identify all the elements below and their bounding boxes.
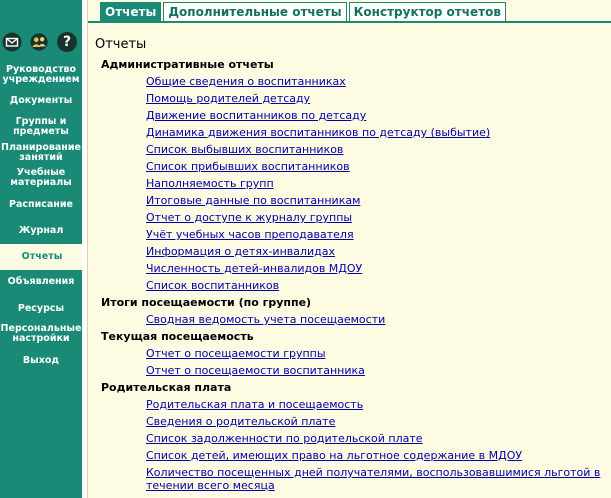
sidebar-item-journal[interactable]: Журнал	[0, 223, 82, 239]
sidebar-icons: ?	[2, 32, 80, 54]
report-link[interactable]: Отчет о посещаемости группы	[146, 345, 611, 362]
report-link[interactable]: Родительская плата и посещаемость	[146, 396, 611, 413]
report-link[interactable]: Список воспитанников	[146, 277, 611, 294]
report-link[interactable]: Количество посещенных дней получателями,…	[146, 464, 611, 494]
report-link[interactable]: Сведения о родительской плате	[146, 413, 611, 430]
report-link[interactable]: Наполняемость групп	[146, 175, 611, 192]
sidebar-item-groups[interactable]: Группы и предметы	[0, 115, 82, 139]
users-icon[interactable]	[29, 32, 49, 52]
tab-bar: Отчеты Дополнительные отчеты Конструктор…	[100, 2, 508, 22]
report-link[interactable]: Список выбывших воспитанников	[146, 141, 611, 158]
report-link[interactable]: Список прибывших воспитанников	[146, 158, 611, 175]
report-link[interactable]: Итоговые данные по воспитанникам	[146, 192, 611, 209]
tab-underline	[88, 21, 611, 23]
sidebar-item-documents[interactable]: Документы	[0, 93, 82, 109]
report-link[interactable]: Информация о детях-инвалидах	[146, 243, 611, 260]
report-link[interactable]: Сводная ведомость учета посещаемости	[146, 311, 611, 328]
report-link[interactable]: Список задолженности по родительской пла…	[146, 430, 611, 447]
page-title: Отчеты	[95, 37, 147, 52]
section-current-attendance: Текущая посещаемость	[101, 330, 254, 343]
report-link[interactable]: Учёт учебных часов преподавателя	[146, 226, 611, 243]
section-parental-fee: Родительская плата	[101, 381, 232, 394]
section-admin-reports: Административные отчеты	[101, 58, 274, 71]
report-link[interactable]: Движение воспитанников по детсаду	[146, 107, 611, 124]
report-link[interactable]: Помощь родителей детсаду	[146, 90, 611, 107]
sidebar-item-materials[interactable]: Учебные материалы	[0, 166, 82, 190]
sidebar-item-logout[interactable]: Выход	[0, 353, 82, 369]
report-link[interactable]: Динамика движения воспитанников по детса…	[146, 124, 611, 141]
mail-icon[interactable]	[2, 32, 22, 52]
tab-additional-reports[interactable]: Дополнительные отчеты	[163, 2, 347, 22]
sidebar-item-resources[interactable]: Ресурсы	[0, 301, 82, 317]
sidebar-item-planning[interactable]: Планирование занятий	[0, 141, 82, 165]
help-icon[interactable]: ?	[57, 32, 77, 52]
sidebar-item-schedule[interactable]: Расписание	[0, 197, 82, 213]
sidebar-item-settings[interactable]: Персональные настройки	[0, 322, 82, 346]
tab-reports[interactable]: Отчеты	[100, 2, 162, 22]
report-link[interactable]: Численность детей-инвалидов МДОУ	[146, 260, 611, 277]
report-link[interactable]: Отчет о доступе к журналу группы	[146, 209, 611, 226]
sidebar-item-announcements[interactable]: Объявления	[0, 274, 82, 290]
sidebar: ? Руководство учреждением Документы Груп…	[0, 0, 84, 498]
sidebar-item-management[interactable]: Руководство учреждением	[0, 64, 82, 86]
report-link[interactable]: Отчет о посещаемости воспитанника	[146, 362, 611, 379]
report-link[interactable]: Общие сведения о воспитанниках	[146, 73, 611, 90]
section-attendance-totals: Итоги посещаемости (по группе)	[101, 296, 312, 309]
report-link[interactable]: Список детей, имеющих право на льготное …	[146, 447, 611, 464]
tab-report-builder[interactable]: Конструктор отчетов	[348, 2, 506, 22]
sidebar-divider-line	[87, 0, 88, 498]
reports-list: Административные отчеты Общие сведения о…	[101, 56, 611, 494]
sidebar-item-reports[interactable]: Отчеты	[0, 244, 84, 270]
